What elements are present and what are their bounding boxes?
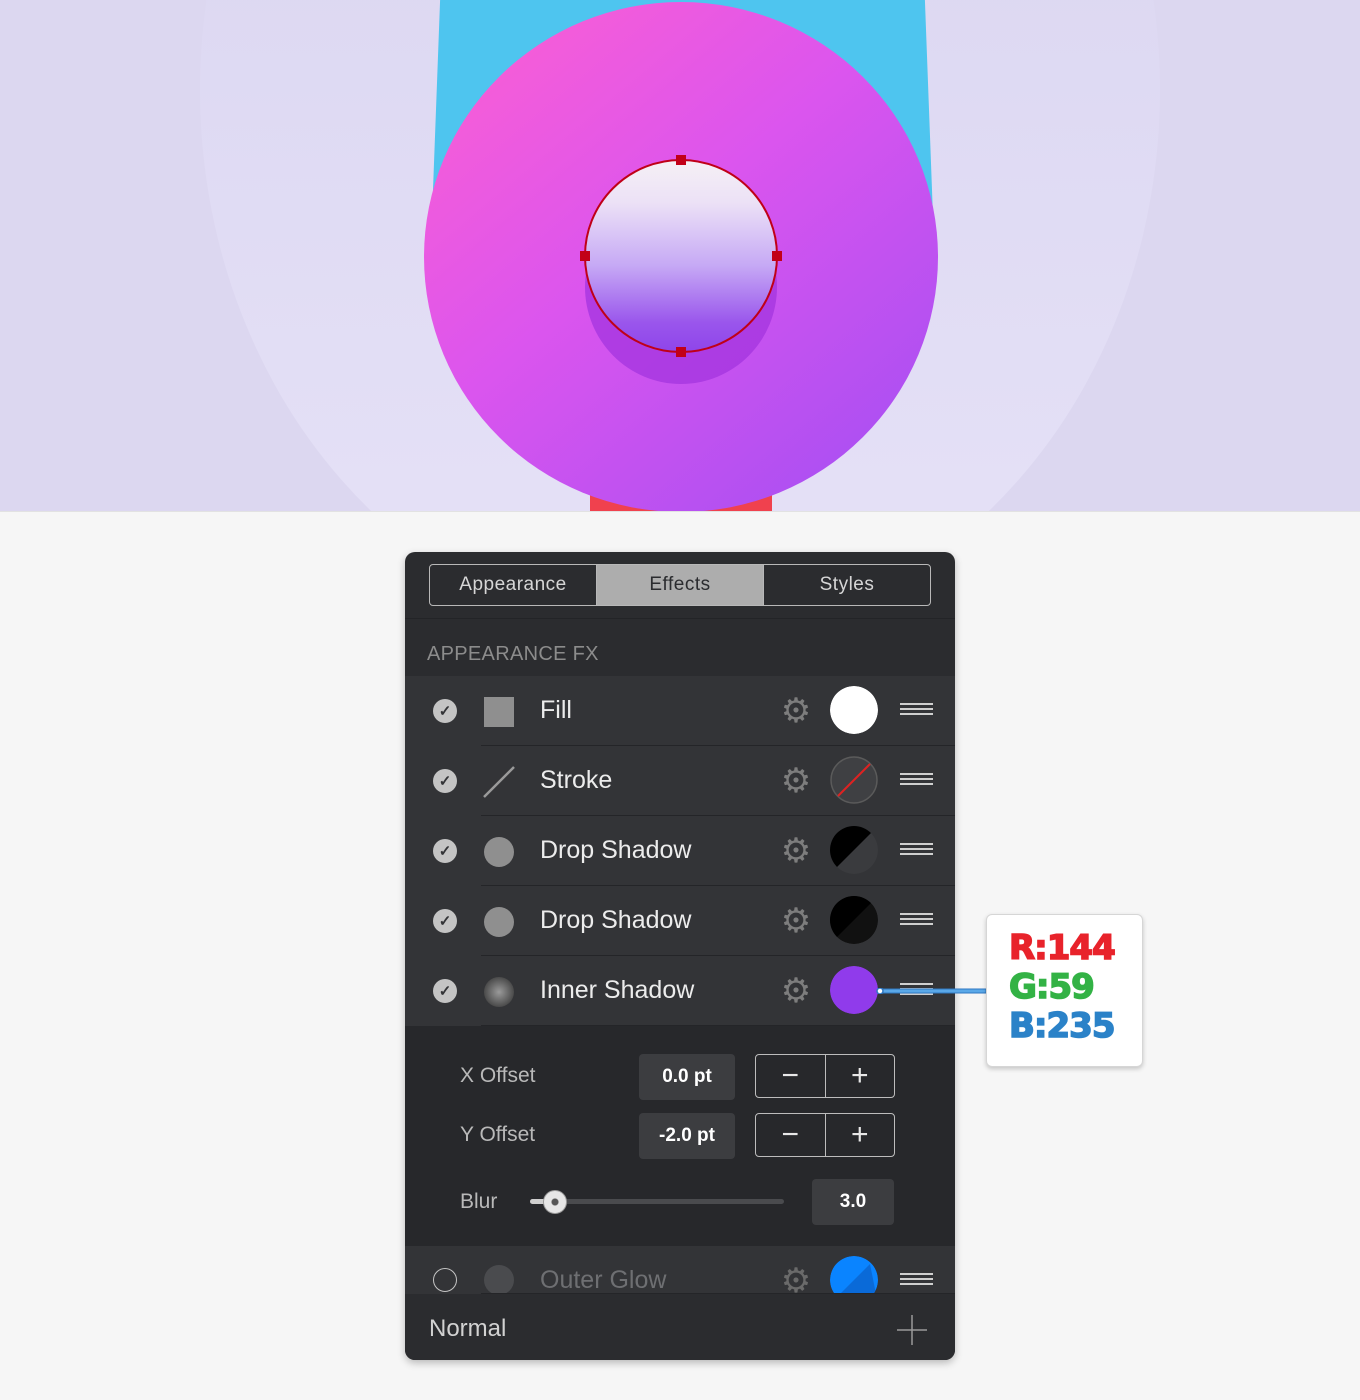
y-offset-increment-button[interactable]: + — [824, 1114, 895, 1156]
x-offset-increment-button[interactable]: + — [824, 1055, 895, 1097]
panel-footer: Normal — [405, 1294, 955, 1360]
tab-effects[interactable]: Effects — [596, 565, 763, 605]
blur-label: Blur — [460, 1190, 498, 1213]
y-offset-label: Y Offset — [460, 1123, 536, 1146]
selection-handle-right[interactable] — [772, 251, 782, 261]
gear-icon[interactable]: ⚙ — [778, 1263, 814, 1294]
drag-handle-icon[interactable] — [900, 843, 933, 859]
checkmark-icon[interactable]: ✓ — [433, 979, 457, 1003]
inner-shadow-settings: X Offset 0.0 pt − + Y Offset -2.0 pt − +… — [405, 1026, 955, 1246]
color-value-callout: R:144 G:59 B:235 — [986, 914, 1143, 1067]
unchecked-circle-icon[interactable] — [433, 1268, 457, 1292]
y-offset-decrement-button[interactable]: − — [756, 1114, 825, 1156]
effect-row-drop-shadow-2[interactable]: ✓ Drop Shadow ⚙ — [405, 886, 955, 956]
blend-mode-select[interactable]: Normal — [429, 1315, 506, 1343]
section-header: APPEARANCE FX — [405, 618, 955, 676]
section-title: APPEARANCE FX — [427, 643, 599, 665]
effect-row-inner-shadow[interactable]: ✓ Inner Shadow ⚙ — [405, 956, 955, 1026]
checkmark-icon[interactable]: ✓ — [433, 769, 457, 793]
artboard-canvas[interactable] — [0, 0, 1360, 512]
gear-icon[interactable]: ⚙ — [778, 763, 814, 799]
tab-appearance[interactable]: Appearance — [430, 565, 596, 605]
soft-circle-icon — [483, 976, 515, 1008]
effect-label: Drop Shadow — [540, 836, 692, 864]
effect-label: Drop Shadow — [540, 906, 692, 934]
drag-handle-icon[interactable] — [900, 703, 933, 719]
circle-icon — [483, 836, 515, 868]
drag-handle-icon[interactable] — [900, 1273, 933, 1289]
effect-row-stroke[interactable]: ✓ Stroke ⚙ — [405, 746, 955, 816]
blur-value-field[interactable]: 3.0 — [812, 1179, 894, 1225]
circle-icon — [483, 906, 515, 938]
effect-label: Fill — [540, 696, 572, 724]
callout-connector — [876, 988, 986, 994]
x-offset-stepper: − + — [755, 1054, 895, 1098]
color-swatch-none[interactable] — [830, 756, 878, 804]
y-offset-stepper: − + — [755, 1113, 895, 1157]
gear-icon[interactable]: ⚙ — [778, 903, 814, 939]
tab-styles[interactable]: Styles — [763, 565, 930, 605]
x-offset-decrement-button[interactable]: − — [756, 1055, 825, 1097]
effect-row-fill[interactable]: ✓ Fill ⚙ — [405, 676, 955, 746]
stroke-line-icon — [483, 766, 515, 798]
gear-icon[interactable]: ⚙ — [778, 973, 814, 1009]
selected-circle-shape[interactable] — [584, 159, 778, 353]
selection-handle-bottom[interactable] — [676, 347, 686, 357]
effect-label: Outer Glow — [540, 1266, 667, 1294]
x-offset-label: X Offset — [460, 1064, 536, 1087]
effects-list: ✓ Fill ⚙ ✓ Stroke ⚙ ✓ Drop Shadow ⚙ ✓ Dr… — [405, 676, 955, 1026]
green-channel-value: G:59 — [1008, 967, 1095, 1008]
checkmark-icon[interactable]: ✓ — [433, 839, 457, 863]
effect-label: Inner Shadow — [540, 976, 695, 1004]
selection-handle-top[interactable] — [676, 155, 686, 165]
red-channel-value: R:144 — [1008, 928, 1116, 969]
gear-icon[interactable]: ⚙ — [778, 833, 814, 869]
color-swatch[interactable] — [830, 826, 878, 874]
effect-row-outer-glow[interactable]: Outer Glow ⚙ — [405, 1246, 955, 1294]
effect-label: Stroke — [540, 766, 613, 794]
gear-icon[interactable]: ⚙ — [778, 693, 814, 729]
drag-handle-icon[interactable] — [900, 913, 933, 929]
color-swatch-blue[interactable] — [830, 1256, 878, 1294]
add-effect-icon[interactable] — [895, 1313, 929, 1347]
blue-channel-value: B:235 — [1008, 1006, 1116, 1047]
appearance-panel: Appearance Effects Styles APPEARANCE FX … — [405, 552, 955, 1360]
checkmark-icon[interactable]: ✓ — [433, 699, 457, 723]
blur-slider-knob[interactable] — [543, 1190, 568, 1214]
square-fill-icon — [483, 696, 515, 728]
checkmark-icon[interactable]: ✓ — [433, 909, 457, 933]
panel-tabs: Appearance Effects Styles — [429, 564, 931, 606]
selection-handle-left[interactable] — [580, 251, 590, 261]
y-offset-field[interactable]: -2.0 pt — [639, 1113, 735, 1159]
color-swatch[interactable] — [830, 896, 878, 944]
circle-icon — [483, 1264, 515, 1294]
blur-slider-track[interactable] — [530, 1199, 784, 1204]
x-offset-field[interactable]: 0.0 pt — [639, 1054, 735, 1100]
color-swatch-purple[interactable] — [830, 966, 878, 1014]
drag-handle-icon[interactable] — [900, 773, 933, 789]
color-swatch[interactable] — [830, 686, 878, 734]
effect-row-drop-shadow[interactable]: ✓ Drop Shadow ⚙ — [405, 816, 955, 886]
